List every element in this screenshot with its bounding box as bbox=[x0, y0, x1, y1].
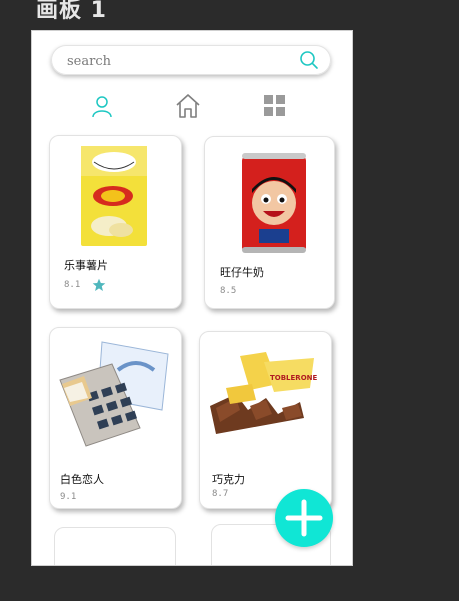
product-card[interactable] bbox=[54, 527, 176, 565]
add-button[interactable] bbox=[275, 489, 333, 547]
home-icon[interactable] bbox=[175, 93, 201, 119]
phone-screen: 乐事薯片 8.1 旺仔牛奶 8.5 bbox=[31, 30, 353, 566]
product-card[interactable]: 白色恋人 9.1 bbox=[49, 327, 182, 509]
grid-icon[interactable] bbox=[262, 93, 288, 119]
product-name: 白色恋人 bbox=[60, 473, 104, 486]
user-icon[interactable] bbox=[89, 93, 115, 119]
product-rating: 8.1 bbox=[64, 280, 81, 290]
search-bar[interactable] bbox=[51, 45, 331, 75]
product-card[interactable]: 旺仔牛奶 8.5 bbox=[204, 136, 335, 309]
product-image bbox=[59, 341, 169, 447]
product-image bbox=[81, 146, 147, 246]
star-icon[interactable] bbox=[92, 278, 106, 292]
product-card[interactable]: 乐事薯片 8.1 bbox=[49, 135, 182, 309]
svg-text:TOBLERONE: TOBLERONE bbox=[270, 374, 318, 382]
product-name: 巧克力 bbox=[212, 473, 245, 486]
plus-icon bbox=[285, 499, 323, 537]
product-rating: 8.5 bbox=[220, 286, 237, 296]
search-input[interactable] bbox=[65, 51, 289, 71]
product-rating: 9.1 bbox=[60, 492, 77, 502]
product-rating: 8.7 bbox=[212, 489, 229, 499]
product-image bbox=[242, 153, 306, 253]
product-card[interactable]: TOBLERONE 巧克力 8.7 bbox=[199, 331, 332, 509]
product-name: 乐事薯片 bbox=[64, 259, 108, 272]
product-image: TOBLERONE bbox=[210, 352, 318, 434]
artboard-title: 画板 1 bbox=[36, 0, 107, 23]
search-icon[interactable] bbox=[299, 50, 319, 70]
product-name: 旺仔牛奶 bbox=[220, 266, 264, 279]
